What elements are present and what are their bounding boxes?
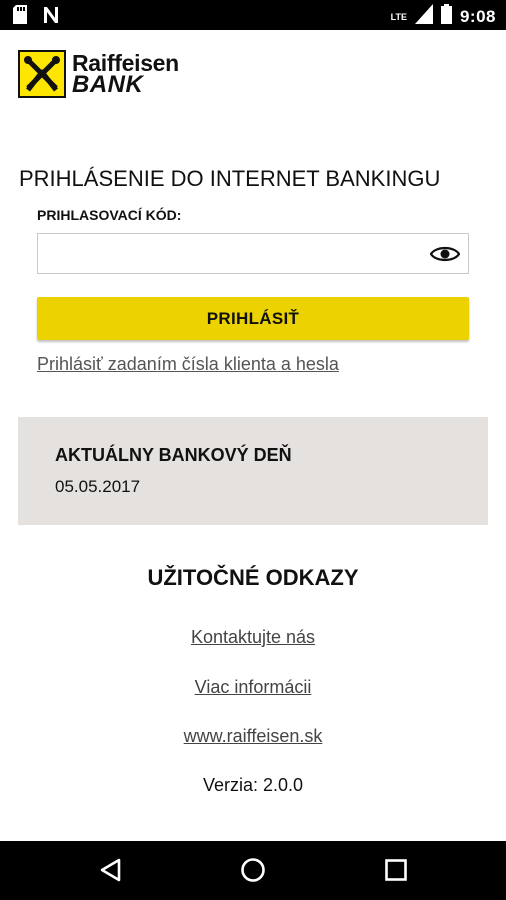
login-code-field	[37, 233, 469, 274]
raiffeisen-gable-icon	[18, 50, 66, 98]
contact-link[interactable]: Kontaktujte nás	[191, 627, 315, 647]
login-button[interactable]: PRIHLÁSIŤ	[37, 297, 469, 340]
signal-icon	[414, 4, 433, 29]
website-link-row: www.raiffeisen.sk	[0, 726, 506, 747]
alt-login-link[interactable]: Prihlásiť zadaním čísla klienta a hesla	[37, 354, 339, 375]
home-icon[interactable]	[239, 856, 267, 884]
contact-link-row: Kontaktujte nás	[0, 627, 506, 648]
bank-day-date: 05.05.2017	[55, 477, 141, 496]
recent-apps-icon[interactable]	[382, 856, 410, 884]
login-code-input[interactable]	[46, 235, 430, 274]
sd-card-icon	[12, 5, 28, 29]
battery-icon	[440, 4, 452, 29]
back-icon[interactable]	[97, 856, 125, 884]
n-notification-icon	[42, 6, 60, 29]
clock: 9:08	[459, 6, 496, 26]
login-code-label: PRIHLASOVACÍ KÓD:	[37, 207, 182, 223]
bank-day-card: AKTUÁLNY BANKOVÝ DEŇ 05.05.2017	[18, 417, 488, 525]
app-version: Verzia: 2.0.0	[202, 775, 304, 795]
status-bar: LTE 9:08	[0, 0, 506, 30]
logo-line2: BANK	[72, 71, 144, 98]
useful-links-heading: UŽITOČNÉ ODKAZY	[147, 565, 359, 590]
raiffeisen-logo: Raiffeisen BANK	[18, 50, 179, 98]
bank-day-title: AKTUÁLNY BANKOVÝ DEŇ	[55, 445, 292, 465]
page-title: PRIHLÁSENIE DO INTERNET BANKINGU	[19, 166, 441, 191]
more-info-link[interactable]: Viac informácii	[195, 677, 312, 697]
more-info-link-row: Viac informácii	[0, 677, 506, 698]
network-type: LTE	[390, 11, 407, 22]
navigation-bar	[0, 841, 506, 900]
eye-icon[interactable]	[429, 243, 461, 265]
website-link[interactable]: www.raiffeisen.sk	[184, 726, 323, 746]
